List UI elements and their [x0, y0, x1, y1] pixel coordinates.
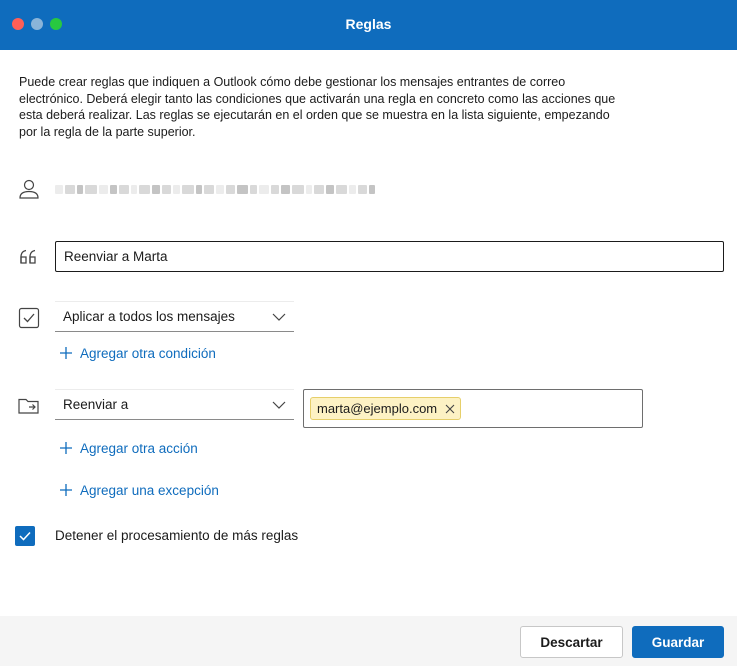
recipient-email: marta@ejemplo.com [317, 401, 438, 416]
plus-icon [60, 347, 72, 359]
plus-icon [60, 442, 72, 454]
add-exception-button[interactable]: Agregar una excepción [59, 480, 219, 500]
save-button[interactable]: Guardar [632, 626, 724, 658]
folder-forward-icon [18, 398, 39, 414]
add-condition-button[interactable]: Agregar otra condición [59, 343, 216, 363]
condition-selected: Aplicar a todos los mensajes [63, 309, 235, 324]
add-action-button[interactable]: Agregar otra acción [59, 438, 198, 458]
plus-icon [60, 484, 72, 496]
chevron-down-icon [272, 401, 286, 409]
window-title: Reglas [345, 16, 392, 32]
stop-processing-checkbox[interactable] [15, 526, 35, 546]
quote-icon [20, 249, 36, 264]
add-condition-label: Agregar otra condición [80, 345, 216, 361]
stop-processing-label: Detener el procesamiento de más reglas [55, 528, 299, 543]
account-email-obscured [55, 180, 380, 198]
remove-recipient-icon[interactable] [445, 404, 455, 414]
chevron-down-icon [272, 313, 286, 321]
discard-button[interactable]: Descartar [520, 626, 623, 658]
rules-description: Puede crear reglas que indiquen a Outloo… [19, 75, 616, 139]
recipient-chip[interactable]: marta@ejemplo.com [310, 397, 462, 420]
add-action-label: Agregar otra acción [80, 440, 198, 456]
action-dropdown[interactable]: Reenviar a [55, 389, 294, 420]
checkbox-outline-icon [18, 307, 40, 329]
recipient-field[interactable]: marta@ejemplo.com [303, 389, 643, 428]
action-selected: Reenviar a [63, 397, 129, 412]
dialog-footer [0, 616, 737, 666]
title-bar: Reglas [0, 0, 737, 50]
person-icon [19, 179, 39, 199]
condition-dropdown[interactable]: Aplicar a todos los mensajes [55, 301, 294, 332]
checkmark-icon [19, 531, 31, 541]
rule-name-input[interactable] [55, 241, 724, 272]
add-exception-label: Agregar una excepción [80, 482, 219, 498]
